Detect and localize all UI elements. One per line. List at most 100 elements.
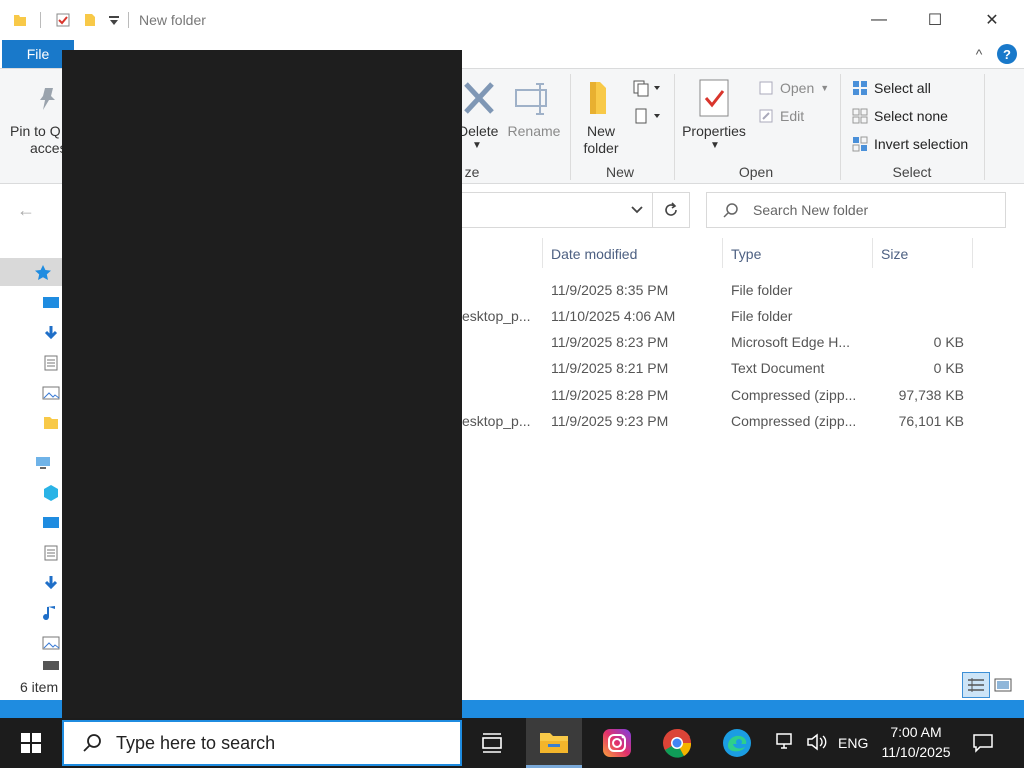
title-separator: [128, 12, 129, 28]
documents-icon[interactable]: [42, 544, 60, 562]
properties-icon[interactable]: [696, 78, 732, 118]
taskbar-instagram[interactable]: [589, 718, 645, 768]
ribbon-separator: [984, 74, 985, 180]
file-date: 11/9/2025 9:23 PM: [551, 413, 669, 429]
taskbar-search-input[interactable]: Type here to search: [62, 720, 462, 766]
edit-icon: [759, 109, 773, 123]
invert-selection-button[interactable]: Invert selection: [852, 134, 968, 154]
redaction-overlay: [62, 50, 462, 718]
properties-dropdown-icon[interactable]: ▼: [710, 140, 720, 151]
open-icon: [759, 81, 773, 95]
collapse-ribbon-button[interactable]: ^: [968, 43, 990, 65]
organize-group-label: ze: [464, 164, 480, 180]
windows-logo-icon: [21, 733, 41, 753]
details-view-button[interactable]: [962, 672, 990, 698]
new-item-icon[interactable]: [632, 78, 662, 98]
column-separator[interactable]: [972, 238, 973, 268]
open-button[interactable]: Open ▼: [758, 78, 829, 98]
taskbar-file-explorer[interactable]: [526, 718, 582, 768]
select-all-icon: [853, 81, 867, 95]
column-separator[interactable]: [542, 238, 543, 268]
pictures-icon[interactable]: [42, 384, 60, 402]
documents-icon[interactable]: [42, 354, 60, 372]
search-icon: [83, 734, 101, 752]
column-separator[interactable]: [722, 238, 723, 268]
chrome-icon: [663, 728, 692, 758]
new-folder-label[interactable]: New: [576, 123, 626, 139]
status-item-count: 6 item: [20, 679, 59, 695]
file-name: esktop_p...: [462, 308, 531, 324]
downloads-icon[interactable]: [42, 324, 60, 342]
new-folder-icon[interactable]: [586, 78, 616, 118]
task-view-button[interactable]: [464, 718, 520, 768]
file-type: File folder: [731, 282, 793, 298]
this-pc-icon[interactable]: [34, 454, 52, 472]
notifications-button[interactable]: [966, 726, 1000, 760]
new-group-label: New: [605, 164, 634, 180]
help-button[interactable]: ?: [997, 44, 1017, 64]
start-button[interactable]: [0, 718, 62, 768]
column-separator[interactable]: [872, 238, 873, 268]
window-title: New folder: [139, 12, 206, 28]
select-none-button[interactable]: Select none: [852, 106, 948, 126]
properties-button-label[interactable]: Properties: [678, 123, 750, 139]
ribbon-separator: [840, 74, 841, 180]
file-row[interactable]: esktop_p... 11/10/2025 4:06 AM File fold…: [462, 303, 982, 329]
address-bar[interactable]: [440, 192, 652, 228]
3d-objects-icon[interactable]: [42, 484, 60, 502]
network-icon[interactable]: [776, 733, 796, 756]
maximize-button[interactable]: ☐: [920, 6, 950, 34]
taskbar-chrome[interactable]: [649, 718, 705, 768]
task-view-icon: [482, 733, 502, 753]
quick-access-star-icon[interactable]: [34, 264, 52, 282]
file-row[interactable]: esktop_p... 11/9/2025 9:23 PM Compressed…: [462, 408, 982, 434]
nav-item-quick-access-selected[interactable]: [0, 258, 62, 286]
desktop-icon[interactable]: [42, 294, 60, 312]
desktop-icon[interactable]: [42, 514, 60, 532]
delete-dropdown-icon[interactable]: ▼: [472, 140, 482, 151]
delete-button-label[interactable]: Delete: [458, 123, 504, 139]
large-icons-view-button[interactable]: [992, 674, 1014, 696]
address-history-dropdown[interactable]: [622, 192, 652, 228]
taskbar-edge[interactable]: [709, 718, 765, 768]
file-row[interactable]: 11/9/2025 8:21 PM Text Document 0 KB: [462, 355, 982, 381]
customize-toolbar-icon[interactable]: [106, 12, 122, 28]
music-icon[interactable]: [42, 604, 60, 622]
file-row[interactable]: 11/9/2025 8:28 PM Compressed (zipp... 97…: [462, 382, 982, 408]
search-folder-input[interactable]: Search New folder: [706, 192, 1006, 228]
minimize-button[interactable]: —: [864, 6, 894, 34]
new-folder-label-2[interactable]: folder: [576, 140, 626, 156]
ribbon-separator: [674, 74, 675, 180]
column-header-date-modified[interactable]: Date modified: [551, 240, 637, 268]
language-indicator[interactable]: ENG: [838, 735, 868, 753]
videos-icon[interactable]: [42, 660, 60, 670]
new-folder-quick-icon[interactable]: [82, 12, 98, 28]
folder-icon[interactable]: [42, 414, 60, 432]
select-all-button[interactable]: Select all: [852, 78, 931, 98]
delete-x-icon[interactable]: [462, 80, 496, 116]
open-group-label: Open: [738, 164, 774, 180]
file-size: 0 KB: [933, 360, 964, 376]
open-dropdown-icon: ▼: [820, 83, 830, 93]
pin-to-quick-access-label[interactable]: Pin to Q: [10, 123, 66, 139]
file-type: Text Document: [731, 360, 825, 376]
close-button[interactable]: ✕: [977, 6, 1007, 34]
refresh-button[interactable]: [652, 192, 690, 228]
file-row[interactable]: 11/9/2025 8:23 PM Microsoft Edge H... 0 …: [462, 329, 982, 355]
column-header-size[interactable]: Size: [881, 240, 908, 268]
clock[interactable]: 7:00 AM 11/10/2025: [874, 722, 958, 762]
downloads-icon[interactable]: [42, 574, 60, 592]
back-arrow-icon[interactable]: ←: [14, 198, 38, 222]
rename-button-label[interactable]: Rename: [506, 123, 562, 139]
pictures-icon[interactable]: [42, 634, 60, 652]
file-size: 0 KB: [933, 334, 964, 350]
edit-label: Edit: [780, 108, 805, 124]
pin-to-quick-access-label-2[interactable]: acces: [30, 140, 67, 156]
file-row[interactable]: 11/9/2025 8:35 PM File folder: [462, 277, 982, 303]
edit-button[interactable]: Edit: [758, 106, 804, 126]
volume-icon[interactable]: [806, 733, 828, 756]
easy-access-icon[interactable]: [632, 106, 662, 126]
properties-check-icon[interactable]: [55, 12, 71, 28]
column-header-type[interactable]: Type: [731, 240, 761, 268]
edge-icon: [723, 729, 751, 757]
